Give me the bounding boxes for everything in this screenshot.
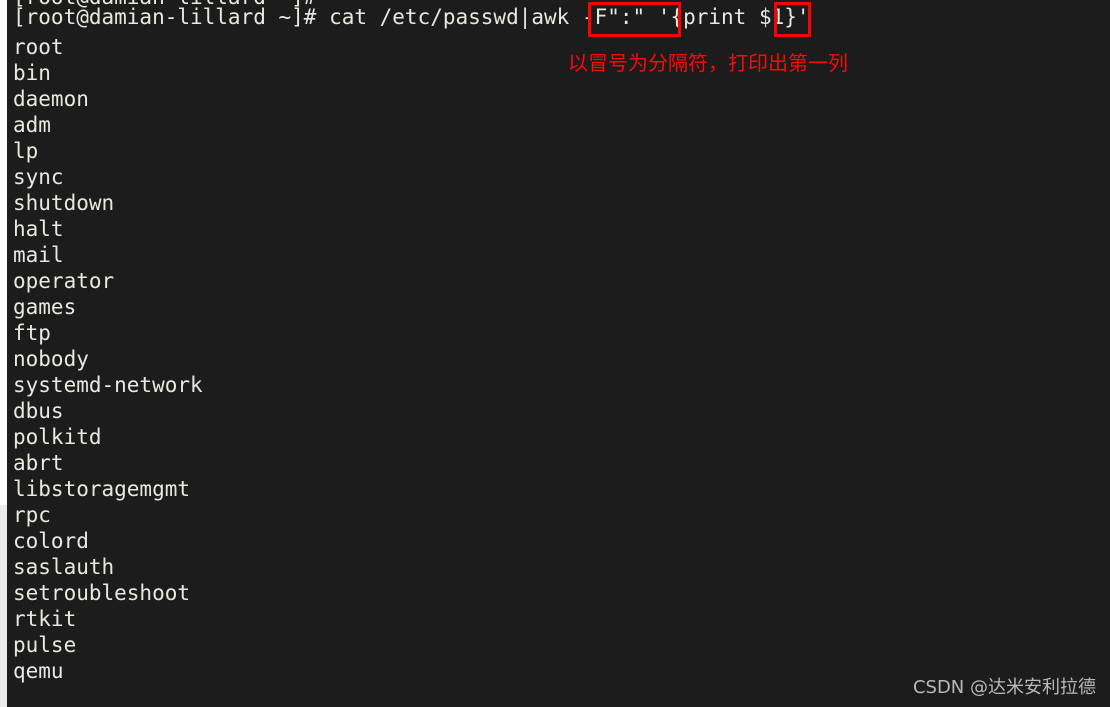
output-line: pulse	[13, 633, 77, 657]
output-line: shutdown	[13, 191, 115, 215]
output-line: saslauth	[13, 555, 115, 579]
output-line: setroubleshoot	[13, 581, 191, 605]
output-line: rtkit	[13, 607, 77, 631]
output-line: mail	[13, 243, 64, 267]
highlight-box-first-field	[774, 2, 811, 37]
output-line: bin	[13, 61, 51, 85]
output-line: qemu	[13, 659, 64, 683]
output-line: adm	[13, 113, 51, 137]
command-line: [root@damian-lillard ~]# cat /etc/passwd…	[13, 5, 810, 29]
output-line: nobody	[13, 347, 89, 371]
csdn-watermark: CSDN @达米安利拉德	[912, 677, 1096, 698]
output-line: games	[13, 295, 77, 319]
output-line: dbus	[13, 399, 64, 423]
output-line: operator	[13, 269, 115, 293]
output-line: colord	[13, 529, 89, 553]
output-line: daemon	[13, 87, 89, 111]
highlight-box-field-separator	[588, 2, 681, 37]
output-line: libstoragemgmt	[13, 477, 191, 501]
output-line: lp	[13, 139, 39, 163]
output-line: root	[13, 35, 64, 59]
annotation-note: 以冒号为分隔符，打印出第一列	[568, 51, 848, 75]
output-line: rpc	[13, 503, 51, 527]
output-line: polkitd	[13, 425, 102, 449]
output-line: systemd-network	[13, 373, 203, 397]
output-line: ftp	[13, 321, 51, 345]
output-line: halt	[13, 217, 64, 241]
terminal-content[interactable]: [root@damian-lillard ~]# [root@damian-li…	[0, 0, 1110, 707]
terminal-window: [root@damian-lillard ~]# [root@damian-li…	[0, 0, 1110, 707]
output-line: abrt	[13, 451, 64, 475]
output-line: sync	[13, 165, 64, 189]
